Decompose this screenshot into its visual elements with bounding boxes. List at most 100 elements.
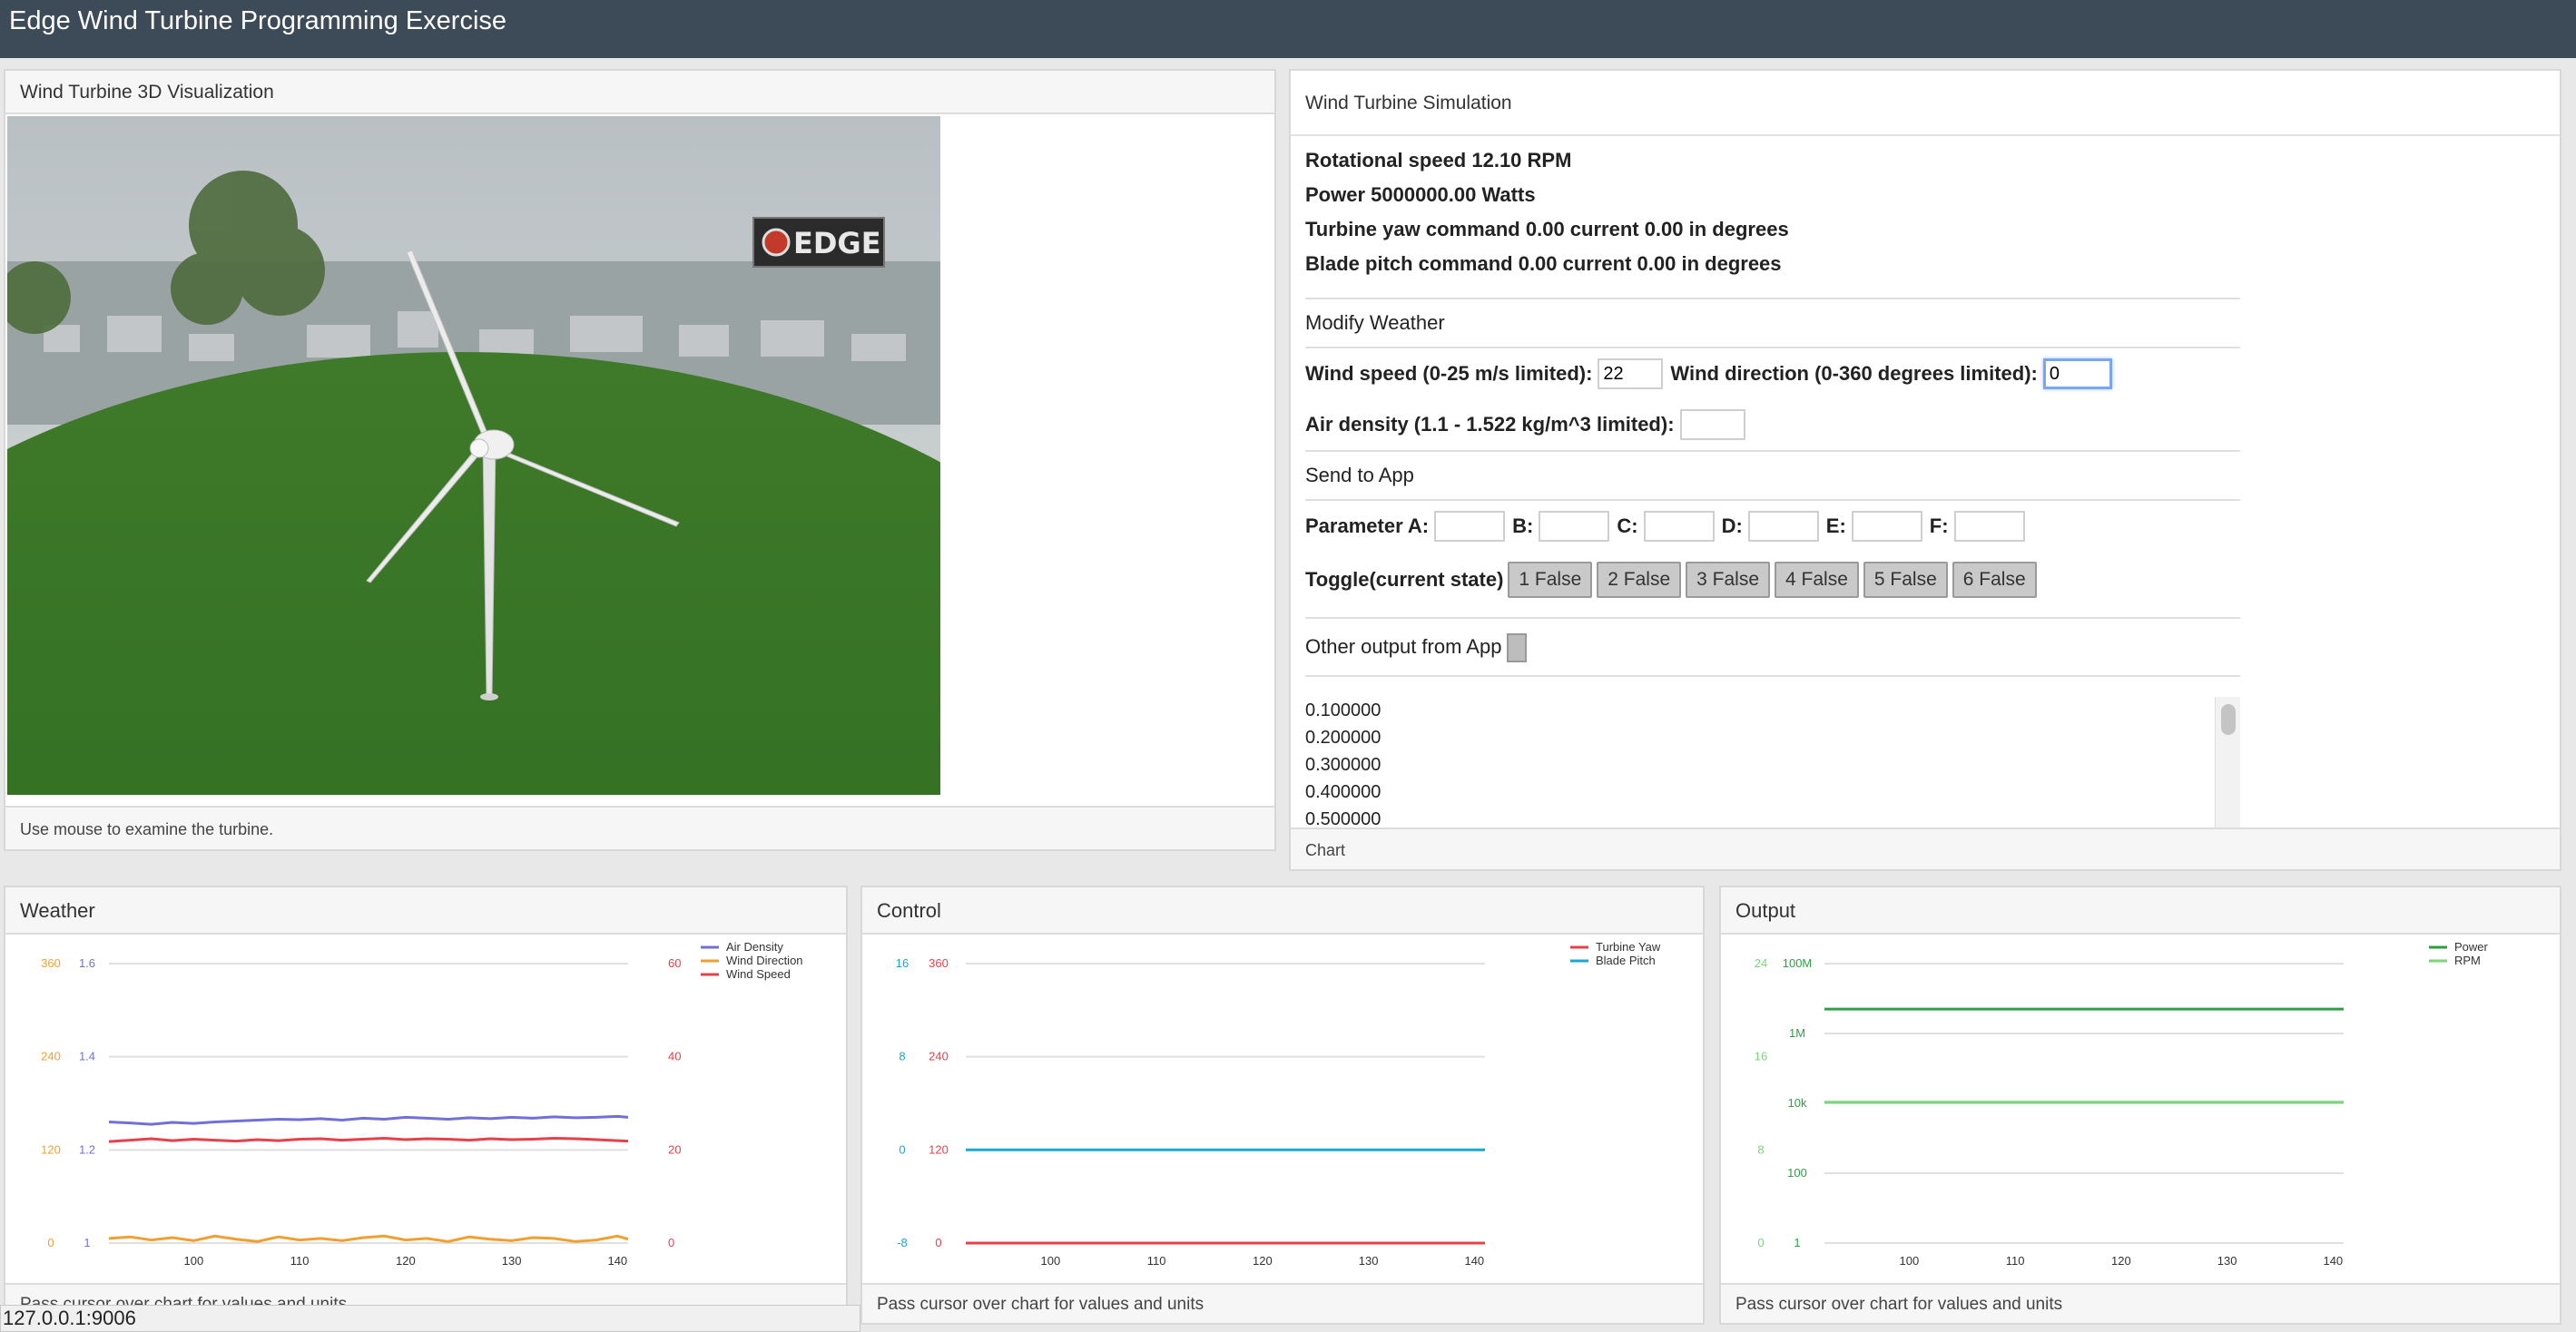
output-line: 0.300000 [1305, 755, 1381, 775]
axis-tick-label: 0 [899, 1142, 905, 1156]
blade-pitch-stat: Blade pitch command 0.00 current 0.00 in… [1305, 252, 1782, 275]
air-density-input[interactable] [1679, 409, 1745, 440]
parameter-b-input[interactable] [1539, 511, 1610, 542]
modify-weather-heading: Modify Weather [1305, 311, 1445, 334]
parameter-f-input[interactable] [1953, 511, 2025, 542]
weather-panel: Weather 0 120 240 360 1 1.2 1.4 1.6 0 20 40 60 100 11… [4, 886, 848, 1325]
toggle-3-button[interactable]: 3 False [1686, 562, 1771, 598]
simulation-footer: Chart [1291, 828, 2560, 869]
wind-direction-label: Wind direction (0-360 degrees limited): [1670, 362, 2038, 385]
legend-label: Wind Direction [726, 954, 803, 967]
toggle-1-button[interactable]: 1 False [1508, 562, 1593, 598]
control-panel: Control -8 0 8 16 0 120 240 360 100 110 120 130 140 T… [860, 886, 1705, 1325]
control-chart-hint: Pass cursor over chart for values and un… [862, 1283, 1703, 1323]
parameter-d-label: D: [1721, 514, 1743, 537]
output-chart-hint: Pass cursor over chart for values and un… [1721, 1283, 2560, 1323]
axis-tick-label: 240 [41, 1050, 61, 1063]
axis-tick-label: 20 [668, 1142, 681, 1156]
legend-label: RPM [2454, 954, 2481, 967]
wind-direction-input[interactable] [2042, 358, 2112, 389]
legend-label: Wind Speed [726, 967, 791, 981]
axis-tick-label: 100 [1787, 1166, 1807, 1180]
parameter-a-label: Parameter A: [1305, 514, 1430, 537]
output-line: 0.400000 [1305, 782, 1381, 802]
other-output-heading: Other output from App [1305, 635, 1502, 658]
series-line-wind-direction [108, 1234, 629, 1243]
output-panel: Output 0 8 16 24 1 100 10k 1M 100M 100 110 120 130 14… [1719, 886, 2561, 1325]
axis-tick-label: 1 [1794, 1236, 1800, 1249]
axis-tick-label: 0 [1757, 1236, 1764, 1249]
visualization-panel: Wind Turbine 3D Visualization EDGE Use m… [4, 69, 1276, 851]
x-tick-label: 110 [2006, 1254, 2025, 1268]
other-output-list[interactable]: 0.100000 0.200000 0.300000 0.400000 0.50… [1305, 697, 2240, 831]
divider [1305, 675, 2240, 677]
toggle-5-button[interactable]: 5 False [1863, 562, 1948, 598]
x-tick-label: 140 [1464, 1254, 1484, 1268]
series-line-air-density [108, 1114, 629, 1126]
axis-tick-label: 240 [929, 1050, 949, 1063]
power-stat: Power 5000000.00 Watts [1305, 183, 1536, 206]
x-tick-label: 130 [1359, 1254, 1379, 1268]
x-tick-label: 100 [1900, 1254, 1920, 1268]
x-tick-label: 140 [607, 1254, 627, 1268]
x-tick-label: 100 [1041, 1254, 1061, 1268]
weather-chart[interactable]: 0 120 240 360 1 1.2 1.4 1.6 0 20 40 60 100 110 120 130 1… [5, 936, 846, 1281]
axis-tick-label: 10k [1788, 1096, 1807, 1110]
scrollbar-thumb[interactable] [2221, 704, 2236, 735]
send-to-app-heading: Send to App [1305, 464, 1414, 486]
parameter-e-input[interactable] [1851, 511, 1922, 542]
status-url: 127.0.0.1:9006 [0, 1305, 860, 1332]
wind-speed-input[interactable] [1598, 358, 1664, 389]
toggle-6-button[interactable]: 6 False [1952, 562, 2037, 598]
parameter-d-input[interactable] [1747, 511, 1819, 542]
output-line: 0.100000 [1305, 700, 1381, 720]
axis-tick-label: 0 [47, 1236, 54, 1249]
output-scrollbar[interactable] [2215, 697, 2240, 831]
axis-tick-label: 1 [84, 1236, 90, 1249]
axis-tick-label: 8 [899, 1050, 905, 1063]
simulation-panel-title: Wind Turbine Simulation [1291, 71, 2560, 136]
axis-tick-label: 360 [929, 956, 949, 970]
axis-tick-label: 60 [668, 956, 681, 970]
control-chart[interactable]: -8 0 8 16 0 120 240 360 100 110 120 130 140 Turbine Y… [862, 936, 1703, 1281]
toggle-2-button[interactable]: 2 False [1597, 562, 1682, 598]
output-line: 0.200000 [1305, 728, 1381, 748]
other-output-button[interactable] [1507, 633, 1528, 663]
simulation-panel: Wind Turbine Simulation Rotational speed… [1289, 69, 2561, 871]
x-tick-label: 120 [396, 1254, 416, 1268]
weather-panel-title: Weather [5, 887, 846, 935]
x-tick-label: 140 [2323, 1254, 2343, 1268]
axis-tick-label: -8 [897, 1236, 908, 1249]
output-chart[interactable]: 0 8 16 24 1 100 10k 1M 100M 100 110 120 130 140 PowerR… [1721, 936, 2560, 1281]
axis-tick-label: 0 [935, 1236, 941, 1249]
axis-tick-label: 1M [1789, 1026, 1805, 1040]
axis-tick-label: 0 [668, 1236, 674, 1249]
legend-label: Air Density [726, 940, 783, 954]
axis-tick-label: 120 [929, 1142, 949, 1156]
turbine-3d-canvas[interactable]: EDGE [7, 116, 940, 795]
parameter-a-input[interactable] [1434, 511, 1506, 542]
toggle-4-button[interactable]: 4 False [1775, 562, 1859, 598]
control-panel-title: Control [862, 887, 1703, 935]
axis-tick-label: 100M [1783, 956, 1813, 970]
x-tick-label: 120 [1253, 1254, 1273, 1268]
x-tick-label: 110 [290, 1254, 310, 1268]
legend-label: Turbine Yaw [1596, 940, 1661, 954]
axis-tick-label: 1.2 [79, 1142, 95, 1156]
x-tick-label: 100 [184, 1254, 204, 1268]
parameter-f-label: F: [1929, 514, 1949, 537]
visualization-hint: Use mouse to examine the turbine. [5, 806, 1274, 849]
app-title: Edge Wind Turbine Programming Exercise [9, 6, 507, 35]
x-tick-label: 120 [2111, 1254, 2131, 1268]
axis-tick-label: 16 [1755, 1050, 1767, 1063]
legend-label: Power [2454, 940, 2489, 954]
wind-speed-label: Wind speed (0-25 m/s limited): [1305, 362, 1593, 385]
series-line-wind-speed [108, 1136, 629, 1143]
parameter-c-input[interactable] [1643, 511, 1715, 542]
edge-logo: EDGE [752, 217, 885, 268]
axis-tick-label: 1.6 [79, 956, 95, 970]
turbine-yaw-stat: Turbine yaw command 0.00 current 0.00 in… [1305, 218, 1789, 240]
x-tick-label: 130 [2217, 1254, 2237, 1268]
axis-tick-label: 16 [896, 956, 909, 970]
parameter-c-label: C: [1617, 514, 1638, 537]
